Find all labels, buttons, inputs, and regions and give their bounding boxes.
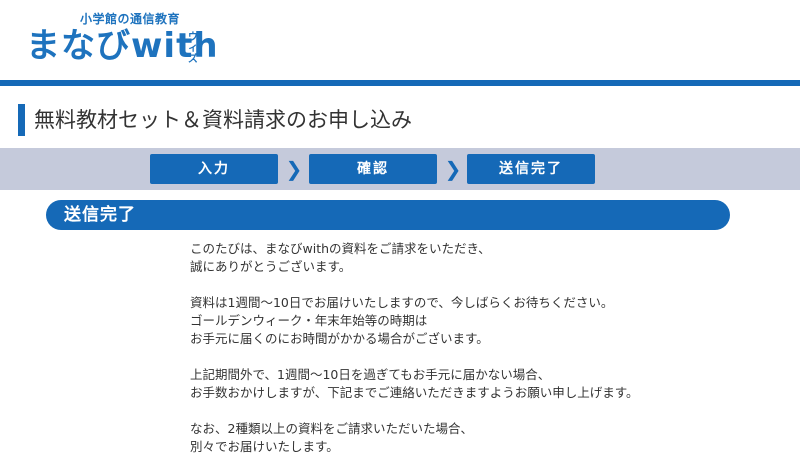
message-line: このたびは、まなびwithの資料をご請求をいただき、 — [190, 241, 491, 256]
header-divider — [0, 80, 800, 86]
step-confirm: 確認 — [309, 154, 437, 184]
title-accent-bar — [18, 104, 25, 136]
message-line: ゴールデンウィーク・年末年始等の時期は — [190, 313, 428, 328]
chevron-right-icon: ❯ — [285, 157, 303, 181]
step-complete: 送信完了 — [467, 154, 595, 184]
message-paragraph: なお、2種類以上の資料をご請求いただいた場合、 別々でお届けいたします。 — [190, 420, 710, 456]
message-paragraph: 資料は1週間〜10日でお届けいたしますので、今しばらくお待ちください。 ゴールデ… — [190, 294, 710, 348]
logo-reading: ウィズ — [188, 32, 198, 65]
message-line: お手数おかけしますが、下記までご連絡いただきますようお願い申し上げます。 — [190, 385, 639, 400]
message-paragraph: 上記期間外で、1週間〜10日を過ぎてもお手元に届かない場合、 お手数おかけします… — [190, 366, 710, 402]
message-line: 誠にありがとうございます。 — [190, 259, 352, 274]
page-title: 無料教材セット＆資料請求のお申し込み — [34, 108, 412, 132]
message-line: 資料は1週間〜10日でお届けいたしますので、今しばらくお待ちください。 — [190, 295, 614, 310]
message-line: お手元に届くのにお時間がかかる場合がございます。 — [190, 331, 489, 346]
step-input: 入力 — [150, 154, 278, 184]
site-header: 小学館の通信教育 まなびwith ウィズ — [0, 0, 800, 86]
progress-steps: 入力 ❯ 確認 ❯ 送信完了 — [0, 148, 800, 190]
completion-message: このたびは、まなびwithの資料をご請求をいただき、 誠にありがとうございます。… — [190, 240, 710, 460]
message-paragraph: このたびは、まなびwithの資料をご請求をいただき、 誠にありがとうございます。 — [190, 240, 710, 276]
message-line: 別々でお届けいたします。 — [190, 439, 339, 454]
section-heading: 送信完了 — [64, 205, 136, 225]
message-line: なお、2種類以上の資料をご請求いただいた場合、 — [190, 421, 473, 436]
message-line: 上記期間外で、1週間〜10日を過ぎてもお手元に届かない場合、 — [190, 367, 551, 382]
chevron-right-icon: ❯ — [444, 157, 462, 181]
section-heading-bar: 送信完了 — [46, 200, 730, 230]
